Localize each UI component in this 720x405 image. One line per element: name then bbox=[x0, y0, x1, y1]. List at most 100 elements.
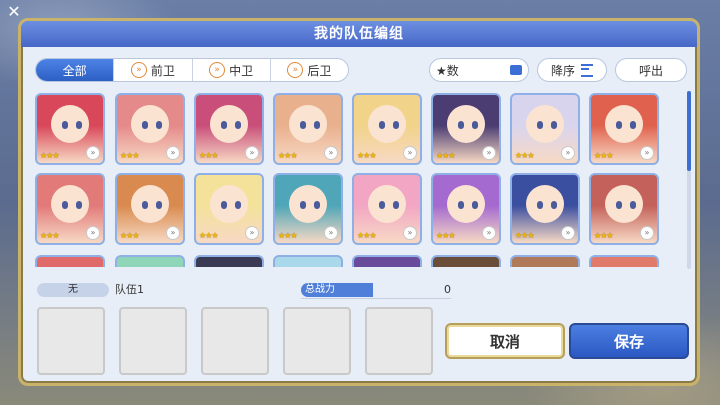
tab-middle[interactable]: » 中卫 bbox=[193, 59, 271, 81]
character-card[interactable] bbox=[194, 255, 264, 267]
character-portrait bbox=[526, 185, 564, 223]
character-card[interactable] bbox=[352, 255, 422, 267]
character-card[interactable]: ★★★ » bbox=[352, 93, 422, 165]
tab-all[interactable]: 全部 bbox=[36, 59, 115, 81]
character-card[interactable]: ★★★ » bbox=[589, 173, 659, 245]
character-card[interactable]: ★★★ » bbox=[431, 93, 501, 165]
star-rating: ★★★ bbox=[120, 231, 139, 240]
portrait-eye bbox=[235, 121, 241, 129]
character-card[interactable] bbox=[589, 255, 659, 267]
star-rating: ★★★ bbox=[436, 231, 455, 240]
party-slot-3[interactable] bbox=[201, 307, 269, 375]
character-portrait bbox=[131, 105, 169, 143]
tab-label: 前卫 bbox=[150, 63, 175, 78]
sort-order-button[interactable]: 降序 bbox=[537, 58, 607, 82]
character-portrait bbox=[51, 185, 89, 223]
portrait-eye bbox=[616, 121, 622, 129]
save-button[interactable]: 保存 bbox=[569, 323, 689, 359]
character-card[interactable] bbox=[273, 255, 343, 267]
star-rating: ★★★ bbox=[40, 231, 59, 240]
portrait-eye bbox=[537, 201, 543, 209]
character-card[interactable]: ★★★ » bbox=[35, 93, 105, 165]
character-portrait bbox=[368, 185, 406, 223]
character-card[interactable]: ★★★ » bbox=[273, 93, 343, 165]
sort-field-button[interactable]: ★数 bbox=[429, 58, 529, 82]
character-card[interactable]: ★★★ » bbox=[273, 173, 343, 245]
sort-order-icon bbox=[581, 63, 593, 77]
star-rating: ★★★ bbox=[120, 151, 139, 160]
position-icon: » bbox=[640, 226, 654, 240]
character-portrait bbox=[447, 105, 485, 143]
character-card[interactable] bbox=[35, 255, 105, 267]
tab-front[interactable]: » 前卫 bbox=[114, 59, 193, 81]
character-card[interactable]: ★★★ » bbox=[510, 173, 580, 245]
character-card[interactable]: ★★★ » bbox=[194, 93, 264, 165]
party-slot-2[interactable] bbox=[119, 307, 187, 375]
total-power-label: 总战力 bbox=[301, 283, 373, 297]
portrait-eye bbox=[156, 201, 162, 209]
cancel-button[interactable]: 取消 bbox=[445, 323, 565, 359]
party-slot-1[interactable] bbox=[37, 307, 105, 375]
scroll-thumb[interactable] bbox=[687, 91, 691, 171]
portrait-eye bbox=[472, 121, 478, 129]
position-icon: » bbox=[86, 226, 100, 240]
dialog-title: 我的队伍编组 bbox=[21, 21, 697, 47]
character-portrait bbox=[447, 185, 485, 223]
portrait-eye bbox=[300, 201, 306, 209]
character-portrait bbox=[51, 105, 89, 143]
sort-field-label: ★数 bbox=[436, 63, 459, 78]
portrait-eye bbox=[300, 121, 306, 129]
star-rating: ★★★ bbox=[594, 231, 613, 240]
portrait-eye bbox=[142, 201, 148, 209]
call-button[interactable]: 呼出 bbox=[615, 58, 687, 82]
portrait-eye bbox=[62, 201, 68, 209]
character-card[interactable]: ★★★ » bbox=[115, 93, 185, 165]
character-card[interactable]: ★★★ » bbox=[589, 93, 659, 165]
star-rating: ★★★ bbox=[199, 231, 218, 240]
close-icon[interactable]: ✕ bbox=[5, 3, 23, 21]
party-info-bar: 无 队伍1 总战力 0 bbox=[37, 283, 451, 299]
chevrons-icon: » bbox=[130, 62, 147, 78]
party-slot-5[interactable] bbox=[365, 307, 433, 375]
position-icon: » bbox=[561, 226, 575, 240]
character-portrait bbox=[131, 185, 169, 223]
position-icon: » bbox=[86, 146, 100, 160]
star-rating: ★★★ bbox=[278, 231, 297, 240]
character-card[interactable] bbox=[431, 255, 501, 267]
portrait-eye bbox=[314, 201, 320, 209]
portrait-eye bbox=[221, 121, 227, 129]
star-rating: ★★★ bbox=[357, 151, 376, 160]
total-power-value: 0 bbox=[444, 283, 451, 296]
star-rating: ★★★ bbox=[199, 151, 218, 160]
character-card[interactable]: ★★★ » bbox=[194, 173, 264, 245]
portrait-eye bbox=[76, 201, 82, 209]
tab-back[interactable]: » 后卫 bbox=[271, 59, 348, 81]
portrait-eye bbox=[472, 201, 478, 209]
character-card[interactable] bbox=[115, 255, 185, 267]
character-card[interactable] bbox=[510, 255, 580, 267]
character-portrait bbox=[605, 105, 643, 143]
character-card[interactable]: ★★★ » bbox=[431, 173, 501, 245]
sort-icon bbox=[510, 65, 522, 75]
character-portrait bbox=[210, 105, 248, 143]
character-card[interactable]: ★★★ » bbox=[352, 173, 422, 245]
portrait-eye bbox=[630, 121, 636, 129]
position-icon: » bbox=[166, 226, 180, 240]
portrait-eye bbox=[221, 201, 227, 209]
character-card[interactable]: ★★★ » bbox=[35, 173, 105, 245]
portrait-eye bbox=[393, 201, 399, 209]
character-card[interactable]: ★★★ » bbox=[115, 173, 185, 245]
character-portrait bbox=[605, 185, 643, 223]
party-status-tag: 无 bbox=[37, 283, 109, 297]
portrait-eye bbox=[458, 121, 464, 129]
portrait-eye bbox=[156, 121, 162, 129]
position-icon: » bbox=[245, 146, 259, 160]
character-card[interactable]: ★★★ » bbox=[510, 93, 580, 165]
star-rating: ★★★ bbox=[278, 151, 297, 160]
roster-scrollbar[interactable] bbox=[687, 91, 691, 269]
team-edit-dialog: 我的队伍编组 全部 » 前卫 » 中卫 » 后卫 ★数 降序 呼出 ★★★ » ★★… bbox=[18, 18, 700, 386]
portrait-eye bbox=[458, 201, 464, 209]
party-slot-4[interactable] bbox=[283, 307, 351, 375]
chevrons-icon: » bbox=[209, 62, 226, 78]
portrait-eye bbox=[76, 121, 82, 129]
